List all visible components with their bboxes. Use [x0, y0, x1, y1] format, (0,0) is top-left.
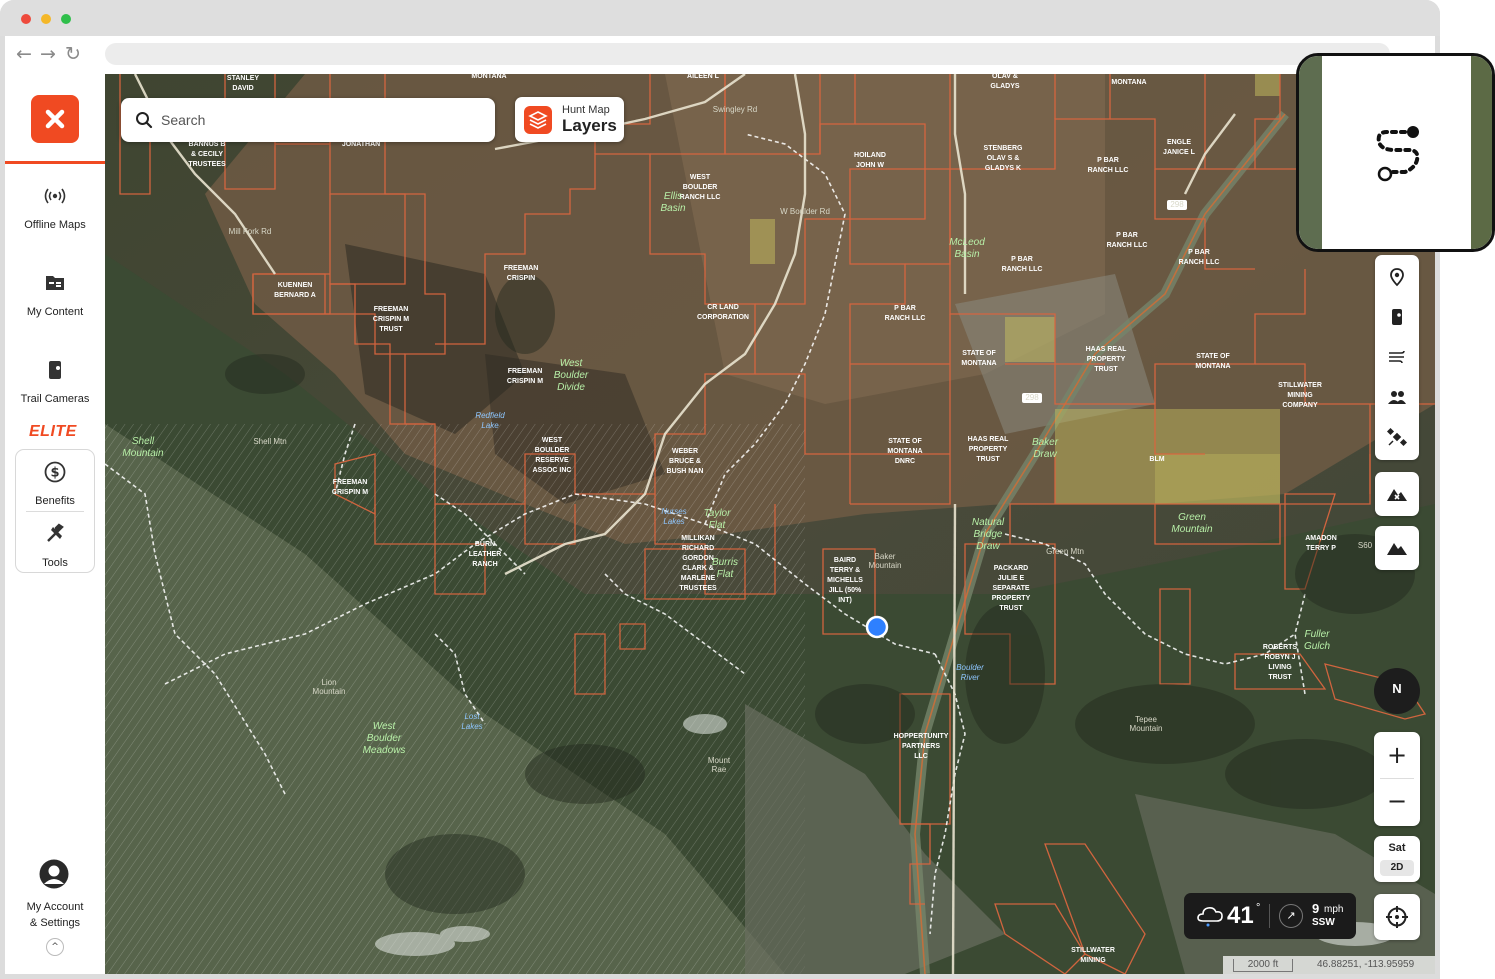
terrain-button[interactable]: [1375, 526, 1419, 570]
logo-x-icon: [45, 109, 65, 129]
zoom-out-button[interactable]: −: [1374, 778, 1420, 824]
maximize-window-button[interactable]: [61, 14, 71, 24]
folder-icon: [46, 276, 64, 290]
sidebar-label-my-content: My Content: [26, 306, 84, 318]
search-icon: [136, 112, 153, 129]
elite-badge: ELITE: [29, 423, 77, 440]
weather-divider: [1269, 904, 1270, 928]
map-canvas[interactable]: STANLEY DAVID MONTANA AILEEN L OLAV & GLADYS M…: [105, 74, 1435, 974]
crosshair-icon: [1386, 906, 1408, 928]
highway-shield: [1022, 393, 1042, 403]
logo-underline: [5, 161, 105, 164]
layers-subtitle: Hunt Map: [562, 104, 610, 116]
pin-icon: [1390, 268, 1404, 287]
search-input[interactable]: [161, 109, 481, 131]
svg-text:$: $: [50, 466, 59, 481]
scale-distance: 2000 ft: [1233, 959, 1293, 972]
reload-icon[interactable]: ↻: [62, 42, 84, 66]
trail-camera-icon: [49, 361, 61, 379]
app-logo[interactable]: [31, 95, 79, 143]
tools-icon: [47, 523, 64, 542]
basemap-toggle[interactable]: Sat 2D: [1374, 836, 1420, 882]
minimize-window-button[interactable]: [41, 14, 51, 24]
wind-icon: [1389, 350, 1405, 364]
wind-speed-value: 9: [1312, 901, 1320, 916]
cloud-rain-icon: [1197, 907, 1223, 927]
terrain-3d-button[interactable]: [1375, 472, 1419, 516]
sidebar-item-offline-maps[interactable]: Offline Maps: [5, 184, 105, 250]
weather-widget[interactable]: 41 ° ↗ 9 mph SSW: [1184, 893, 1356, 939]
avatar[interactable]: [39, 859, 69, 889]
title-bar: [0, 0, 1440, 36]
popout-map-preview-left: [1299, 56, 1322, 249]
sidebar-item-benefits[interactable]: $ Benefits: [5, 460, 105, 526]
compass-button[interactable]: N: [1374, 668, 1420, 714]
temperature-degree: °: [1256, 902, 1261, 914]
layers-icon: [524, 106, 552, 134]
wind-speed-unit: mph: [1324, 904, 1344, 915]
wind-direction-icon: ↗: [1279, 904, 1303, 928]
add-waypoint-button[interactable]: [1375, 257, 1419, 297]
account-label-line2: & Settings: [29, 917, 81, 929]
layers-title: Layers: [562, 116, 617, 135]
elite-tools-group: $ Benefits Tools: [15, 449, 95, 573]
chevron-up-icon[interactable]: ^: [46, 938, 64, 956]
sidebar-item-my-content[interactable]: My Content: [5, 271, 105, 337]
add-trail-camera-button[interactable]: [1375, 297, 1419, 337]
sidebar-item-trail-cameras[interactable]: Trail Cameras: [5, 358, 105, 424]
account-label-line1: My Account: [26, 901, 84, 913]
friends-icon: [1388, 391, 1406, 404]
satellite-terrain: [105, 74, 1435, 974]
sidebar-label-offline-maps: Offline Maps: [24, 219, 86, 231]
user-avatar-icon: [39, 859, 69, 889]
sidebar-label-benefits: Benefits: [35, 495, 75, 507]
app-sidebar: Offline Maps My Content Trail Cameras EL…: [5, 74, 105, 974]
route-loading-icon: [1376, 126, 1420, 182]
locate-me-button[interactable]: [1374, 894, 1420, 940]
sidebar-label-trail-cameras: Trail Cameras: [20, 393, 90, 405]
satellite-icon: [1387, 427, 1407, 447]
basemap-label: Sat: [1388, 842, 1406, 854]
loading-popout: [1296, 53, 1495, 252]
satellite-button[interactable]: [1375, 417, 1419, 457]
view-mode-label[interactable]: 2D: [1380, 860, 1414, 876]
broadcast-icon: [44, 188, 66, 204]
dollar-circle-icon: $: [44, 461, 66, 483]
close-window-button[interactable]: [21, 14, 31, 24]
highway-shield: [1167, 200, 1187, 210]
mountain-x-icon: [1387, 489, 1407, 501]
hunt-map-layers-button[interactable]: Hunt Map Layers: [515, 97, 624, 142]
search-box[interactable]: [121, 98, 495, 142]
wind-direction-value: SSW: [1312, 917, 1335, 928]
browser-nav-bar: ← → ↻: [5, 36, 1435, 74]
sidebar-item-tools[interactable]: Tools: [5, 522, 105, 588]
popout-map-preview-right: [1471, 56, 1492, 249]
forward-arrow-icon[interactable]: →: [37, 42, 59, 66]
zoom-controls: + −: [1374, 732, 1420, 826]
wind-button[interactable]: [1375, 337, 1419, 377]
friends-button[interactable]: [1375, 377, 1419, 417]
cursor-coordinates: 46.88251, -113.95959: [1317, 959, 1415, 970]
user-location-dot: [865, 615, 889, 639]
temperature-value: 41: [1227, 902, 1254, 929]
back-arrow-icon[interactable]: ←: [13, 42, 35, 66]
compass-north-label: N: [1392, 681, 1402, 696]
mountain-icon: [1387, 543, 1407, 555]
elite-divider: [26, 511, 84, 512]
address-bar[interactable]: [105, 43, 1390, 65]
zoom-in-button[interactable]: +: [1374, 732, 1420, 778]
scale-bar: 2000 ft 46.88251, -113.95959: [1223, 956, 1435, 974]
account-label: My Account & Settings: [5, 899, 105, 931]
map-tools-panel: [1375, 255, 1419, 460]
trail-camera-icon: [1392, 309, 1402, 325]
browser-window: ← → ↻ Offline Maps My Content Trail Came…: [0, 0, 1440, 979]
sidebar-label-tools: Tools: [42, 557, 68, 569]
